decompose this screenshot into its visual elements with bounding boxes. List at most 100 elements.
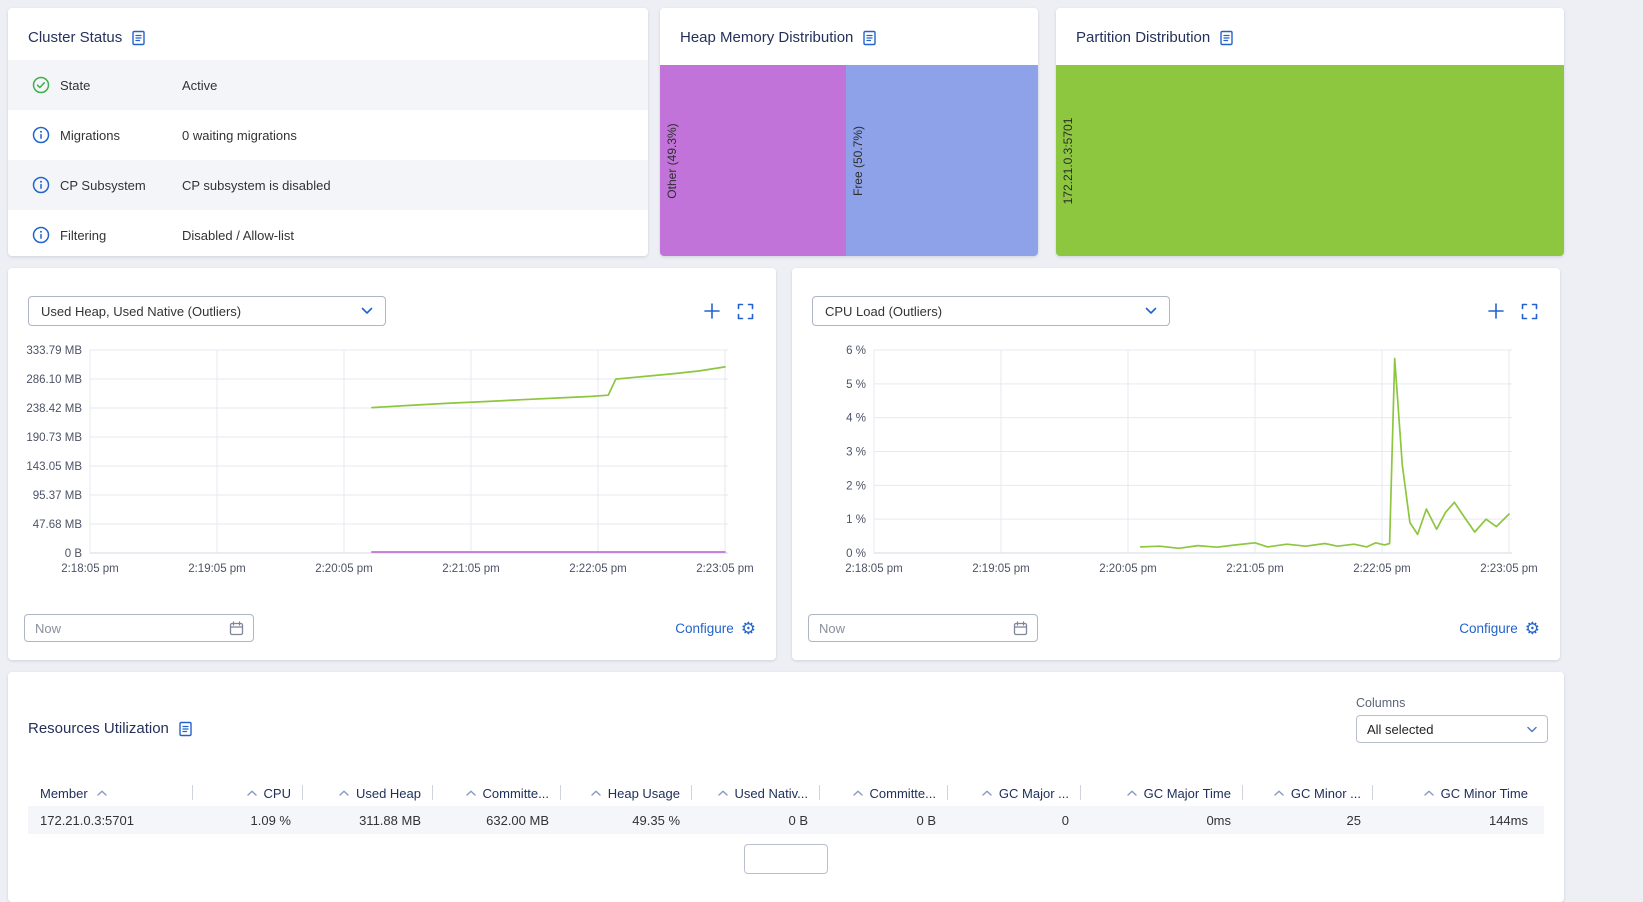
svg-text:2 %: 2 % — [846, 480, 866, 492]
segment-label: 172.21.0.3:5701 — [1061, 117, 1075, 204]
status-row-state: State Active — [8, 60, 648, 110]
resources-utilization-title: Resources Utilization — [28, 720, 169, 737]
gear-icon: ⚙ — [1524, 618, 1540, 638]
sort-caret-icon — [1423, 790, 1434, 796]
status-label: State — [60, 77, 91, 93]
time-range-input[interactable]: Now — [24, 614, 254, 642]
segment-label: Other (49.3%) — [665, 122, 679, 199]
sort-caret-icon — [1274, 790, 1284, 796]
svg-text:5 %: 5 % — [846, 379, 866, 391]
column-header-used-heap[interactable]: Used Heap — [303, 780, 433, 806]
table-header-row: Member CPU Used Heap Committe... Heap Us… — [28, 780, 1544, 806]
memory-metric-panel: Used Heap, Used Native (Outliers) 2:18:0… — [8, 268, 776, 660]
sort-caret-icon — [1126, 790, 1137, 796]
heap-memory-distribution-card: Heap Memory Distribution Other (49.3%) F… — [660, 8, 1038, 256]
calendar-icon — [1013, 620, 1028, 635]
columns-select-dropdown[interactable]: All selected — [1356, 715, 1548, 743]
cell-gc-major-time: 0ms — [1206, 812, 1231, 828]
report-doc-icon[interactable] — [862, 30, 877, 46]
sort-caret-icon — [465, 790, 476, 796]
configure-label: Configure — [675, 620, 734, 636]
chevron-down-icon — [1145, 307, 1157, 314]
metric-selector-dropdown[interactable]: Used Heap, Used Native (Outliers) — [28, 296, 386, 326]
svg-text:4 %: 4 % — [846, 413, 866, 425]
sort-caret-icon — [717, 790, 728, 796]
svg-text:238.42 MB: 238.42 MB — [26, 403, 82, 415]
column-header-gc-major[interactable]: GC Major ... — [948, 780, 1081, 806]
info-circle-icon — [32, 226, 50, 244]
page-size-dropdown[interactable] — [744, 844, 828, 874]
sort-caret-icon — [246, 790, 257, 796]
status-value: Active — [182, 77, 218, 93]
svg-text:2:21:05 pm: 2:21:05 pm — [1226, 563, 1284, 575]
check-circle-icon — [32, 76, 50, 94]
status-label: CP Subsystem — [60, 177, 146, 193]
partition-distribution-card: Partition Distribution 172.21.0.3:5701 — [1056, 8, 1564, 256]
add-chart-icon[interactable] — [1487, 302, 1505, 320]
column-header-committed-native[interactable]: Committe... — [820, 780, 948, 806]
table-row-member[interactable]: 172.21.0.3:5701 1.09 % 311.88 MB 632.00 … — [28, 806, 1544, 834]
column-header-member[interactable]: Member — [28, 780, 193, 806]
svg-text:2:23:05 pm: 2:23:05 pm — [696, 563, 754, 575]
cpu-metric-panel: CPU Load (Outliers) 2:18:05 pm 2:19:05 pm… — [792, 268, 1560, 660]
cell-committed-heap: 632.00 MB — [486, 812, 549, 828]
cell-heap-usage: 49.35 % — [632, 812, 680, 828]
time-range-value: Now — [35, 620, 62, 636]
svg-text:143.05 MB: 143.05 MB — [26, 461, 82, 473]
svg-text:286.10 MB: 286.10 MB — [26, 374, 82, 386]
cell-cpu: 1.09 % — [250, 812, 291, 828]
svg-text:0 %: 0 % — [846, 548, 866, 560]
report-doc-icon[interactable] — [131, 30, 146, 46]
column-header-committed-heap[interactable]: Committe... — [433, 780, 561, 806]
cpu-load-chart: 2:18:05 pm 2:19:05 pm 2:20:05 pm 2:21:05 pm… — [792, 340, 1560, 580]
cell-member: 172.21.0.3:5701 — [40, 812, 134, 828]
svg-text:2:18:05 pm: 2:18:05 pm — [845, 563, 903, 575]
heap-segment-other: Other (49.3%) — [660, 65, 847, 256]
fullscreen-icon[interactable] — [737, 303, 754, 320]
svg-text:2:21:05 pm: 2:21:05 pm — [442, 563, 500, 575]
column-header-gc-major-time[interactable]: GC Major Time — [1081, 780, 1243, 806]
svg-text:2:20:05 pm: 2:20:05 pm — [1099, 563, 1157, 575]
svg-text:47.68 MB: 47.68 MB — [33, 519, 83, 531]
columns-select-value: All selected — [1367, 721, 1434, 737]
svg-text:2:19:05 pm: 2:19:05 pm — [972, 563, 1030, 575]
column-header-used-native[interactable]: Used Nativ... — [692, 780, 820, 806]
svg-text:2:18:05 pm: 2:18:05 pm — [61, 563, 119, 575]
sort-caret-icon — [591, 790, 601, 796]
info-circle-icon — [32, 176, 50, 194]
calendar-icon — [229, 620, 244, 635]
column-header-cpu[interactable]: CPU — [193, 780, 303, 806]
svg-text:3 %: 3 % — [846, 447, 866, 459]
columns-picker: Columns All selected — [1356, 696, 1548, 743]
column-header-gc-minor[interactable]: GC Minor ... — [1243, 780, 1373, 806]
partition-distribution-title: Partition Distribution — [1076, 29, 1211, 46]
metric-selector-value: CPU Load (Outliers) — [825, 303, 943, 319]
metric-selector-value: Used Heap, Used Native (Outliers) — [41, 303, 242, 319]
column-header-gc-minor-time[interactable]: GC Minor Time — [1373, 780, 1540, 806]
fullscreen-icon[interactable] — [1521, 303, 1538, 320]
report-doc-icon[interactable] — [1219, 30, 1234, 46]
configure-link[interactable]: Configure ⚙ — [675, 620, 756, 637]
status-label: Filtering — [60, 227, 107, 243]
column-header-heap-usage[interactable]: Heap Usage — [561, 780, 692, 806]
sort-caret-icon — [852, 790, 863, 796]
segment-label: Free (50.7%) — [851, 125, 866, 196]
time-range-input[interactable]: Now — [808, 614, 1038, 642]
cluster-status-title: Cluster Status — [28, 29, 123, 46]
configure-label: Configure — [1459, 620, 1518, 636]
report-doc-icon[interactable] — [178, 721, 193, 737]
time-range-value: Now — [819, 620, 846, 636]
resources-utilization-card: Resources Utilization Columns All select… — [8, 672, 1564, 902]
svg-text:2:22:05 pm: 2:22:05 pm — [1353, 563, 1411, 575]
status-row-migrations: Migrations 0 waiting migrations — [8, 110, 648, 160]
cluster-status-rows: State Active Migrations 0 waiting migrat… — [8, 60, 648, 260]
svg-text:333.79 MB: 333.79 MB — [26, 345, 82, 357]
cell-gc-minor-time: 144ms — [1488, 812, 1528, 828]
chevron-down-icon — [361, 307, 373, 314]
add-chart-icon[interactable] — [703, 302, 721, 320]
status-label: Migrations — [60, 127, 120, 143]
metric-selector-dropdown[interactable]: CPU Load (Outliers) — [812, 296, 1170, 326]
status-row-cp-subsystem: CP Subsystem CP subsystem is disabled — [8, 160, 648, 210]
configure-link[interactable]: Configure ⚙ — [1459, 620, 1540, 637]
cell-committed-native: 0 B — [916, 812, 936, 828]
